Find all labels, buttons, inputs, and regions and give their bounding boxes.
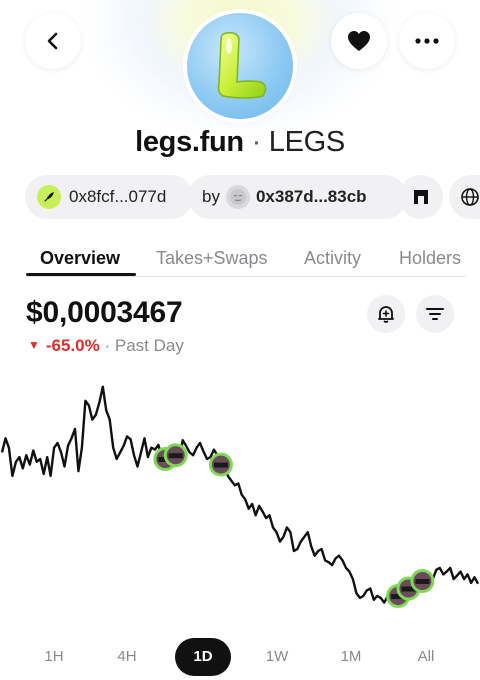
tab-overview[interactable]: Overview bbox=[40, 248, 120, 269]
active-tab-indicator bbox=[26, 273, 136, 276]
contract-address-chip[interactable]: 0x8fcf...077d bbox=[25, 175, 193, 219]
range-1m[interactable]: 1M bbox=[323, 638, 379, 676]
filter-button[interactable] bbox=[416, 295, 454, 333]
globe-icon bbox=[461, 188, 479, 206]
zora-feather-icon bbox=[37, 185, 61, 209]
trade-marker bbox=[208, 452, 233, 477]
favorite-button[interactable] bbox=[331, 13, 387, 69]
token-price: $0,0003467 bbox=[26, 296, 183, 329]
back-button[interactable] bbox=[25, 13, 81, 69]
ellipsis-icon bbox=[415, 38, 439, 44]
price-line bbox=[0, 385, 480, 604]
contract-address-label: 0x8fcf...077d bbox=[69, 187, 167, 206]
website-button[interactable] bbox=[449, 175, 480, 219]
price-alert-button[interactable] bbox=[367, 295, 405, 333]
token-symbol: LEGS bbox=[268, 126, 345, 158]
token-name: legs.fun bbox=[135, 126, 244, 158]
down-triangle-icon: ▼ bbox=[28, 338, 40, 352]
range-1w[interactable]: 1W bbox=[249, 638, 305, 676]
price-chart[interactable] bbox=[0, 378, 480, 628]
heart-icon bbox=[348, 31, 370, 51]
token-title: legs.fun · LEGS bbox=[0, 126, 480, 159]
more-options-button[interactable] bbox=[399, 13, 455, 69]
tab-bar: Overview Takes+Swaps Activity Holders bbox=[26, 240, 466, 277]
range-4h[interactable]: 4H bbox=[99, 638, 155, 676]
tab-takes-swaps[interactable]: Takes+Swaps bbox=[156, 248, 268, 269]
filter-lines-icon bbox=[426, 308, 444, 320]
avatar-icon bbox=[225, 185, 250, 209]
title-separator: · bbox=[243, 126, 269, 158]
range-1h[interactable]: 1H bbox=[26, 638, 82, 676]
tab-holders[interactable]: Holders bbox=[399, 248, 461, 269]
creator-address: 0x387d...83cb bbox=[255, 187, 367, 206]
range-all[interactable]: All bbox=[398, 638, 454, 676]
tab-activity[interactable]: Activity bbox=[304, 248, 361, 269]
price-change: ▼ -65.0% · Past Day bbox=[28, 336, 184, 356]
gateway-button[interactable] bbox=[399, 175, 443, 219]
range-1d[interactable]: 1D bbox=[175, 638, 231, 676]
trade-marker bbox=[410, 569, 435, 593]
bell-plus-icon bbox=[378, 306, 394, 323]
arch-gate-icon bbox=[414, 190, 428, 204]
creator-chip[interactable]: by 0x387d...83cb bbox=[188, 175, 407, 219]
creator-prefix: by bbox=[202, 187, 220, 206]
token-logo: L bbox=[187, 13, 293, 119]
chevron-left-icon bbox=[47, 32, 58, 50]
price-change-percent: -65.0% bbox=[45, 336, 100, 355]
trade-marker bbox=[163, 443, 188, 468]
price-change-period: · Past Day bbox=[104, 336, 184, 355]
